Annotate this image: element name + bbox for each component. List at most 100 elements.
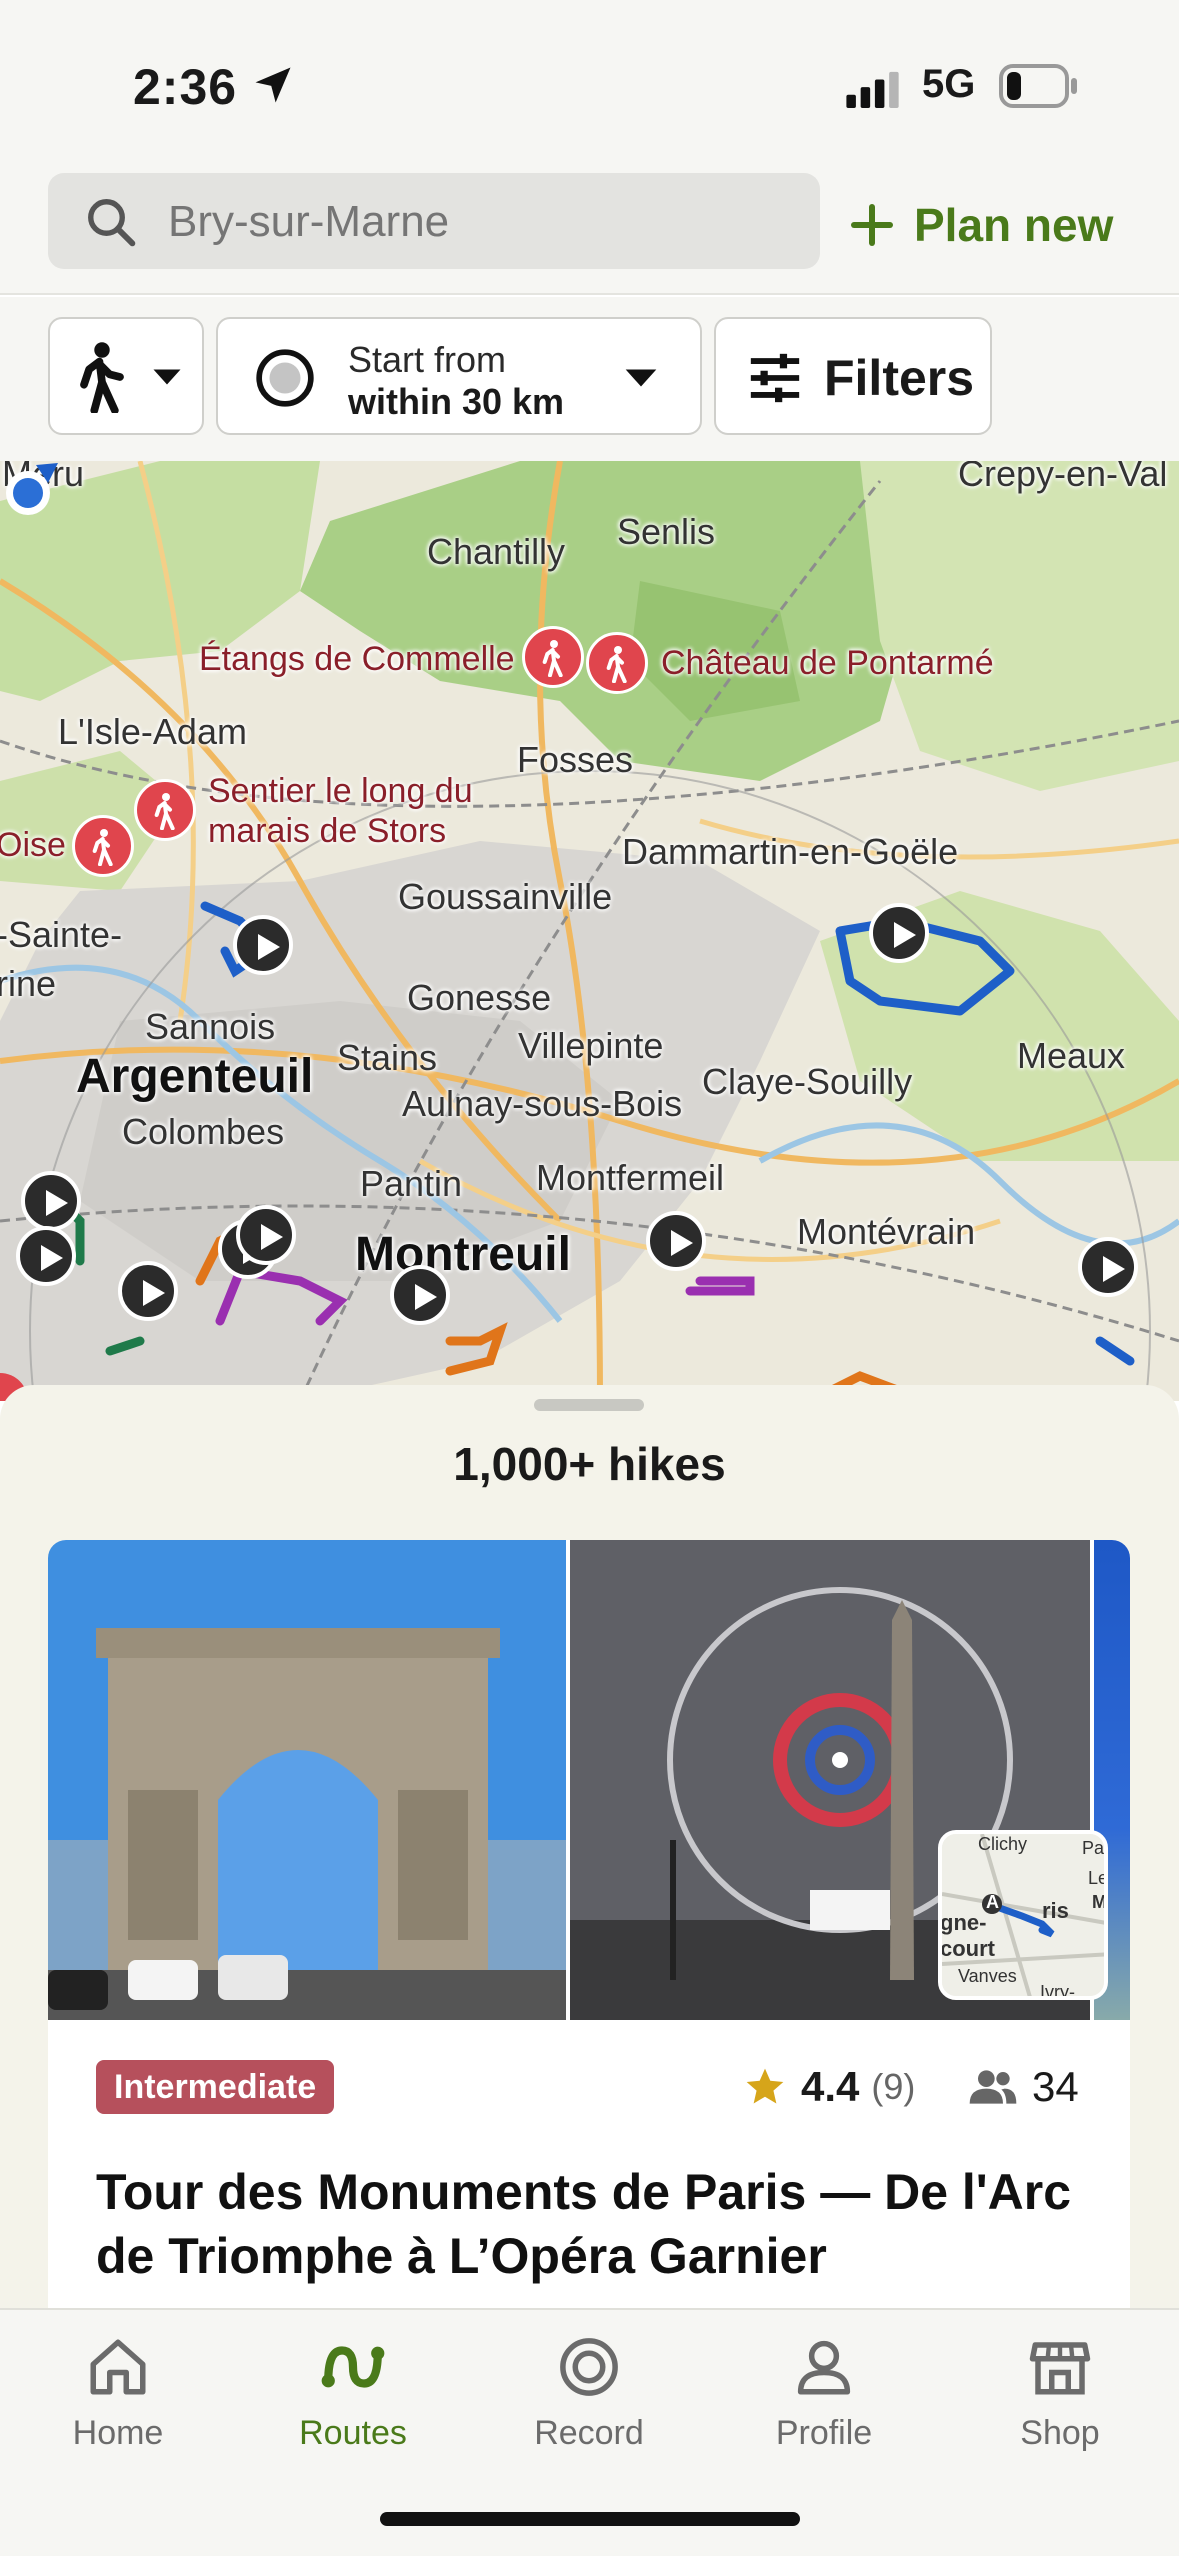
network-label: 5G: [922, 62, 976, 106]
route-play-marker[interactable]: [236, 1205, 296, 1265]
tab-routes[interactable]: Routes: [253, 2334, 453, 2474]
tab-label: Routes: [299, 2414, 407, 2452]
minimap-label: Le: [1088, 1868, 1108, 1888]
signal-icon: [846, 71, 899, 108]
map-label: Claye-Souilly: [702, 1061, 913, 1102]
map-label: Fosses: [517, 739, 634, 780]
route-photo-carousel[interactable]: Clichy Pai Le ris gne- court Vanves Ivry…: [48, 1540, 1130, 2020]
results-count: 1,000+ hikes: [453, 1438, 726, 1490]
start-from-dropdown[interactable]: Start from within 30 km: [216, 317, 702, 435]
hiking-poi-pin[interactable]: [586, 632, 648, 694]
status-bar: 2:36 5G: [0, 0, 1179, 165]
poi-label[interactable]: Étangs de Commelle: [199, 639, 515, 679]
poi-label[interactable]: Château de Pontarmé: [661, 643, 994, 683]
map-label: Montfermeil: [536, 1157, 725, 1198]
location-arrow-icon: [255, 67, 291, 103]
hiker-icon: [80, 342, 124, 413]
filters-label: Filters: [824, 350, 975, 406]
map-label: L'Isle-Adam: [58, 711, 247, 752]
completed-count: 34: [968, 2060, 1079, 2114]
minimap-label: Vanves: [958, 1966, 1017, 1986]
results-sheet[interactable]: 1,000+ hikes Clichy Pai Le ris gne- cour…: [0, 1385, 1179, 2310]
chevron-down-icon: [153, 369, 181, 385]
map-label: Pantin: [360, 1163, 463, 1204]
difficulty-badge: Intermediate: [96, 2060, 335, 2114]
hiking-poi-pin[interactable]: [522, 626, 584, 688]
route-rating: 4.4 (9): [743, 2060, 915, 2114]
chevron-down-icon: [625, 369, 657, 387]
search-bar[interactable]: [48, 173, 820, 269]
hiker-icon: [154, 793, 175, 830]
search-icon: [88, 199, 136, 247]
tab-label: Record: [534, 2414, 644, 2452]
hiker-icon: [542, 640, 563, 677]
profile-icon: [797, 2340, 851, 2395]
start-point-icon: [256, 349, 314, 407]
map-label: Montévrain: [797, 1211, 976, 1252]
minimap-label: M: [1092, 1892, 1107, 1912]
record-icon: [560, 2338, 618, 2396]
map-label: Dammartin-en-Goële: [622, 831, 959, 872]
map-label-major: Argenteuil: [76, 1050, 314, 1103]
minimap-label: court: [940, 1936, 995, 1961]
minimap-label: Pai: [1082, 1838, 1108, 1858]
plan-new-button[interactable]: Plan new: [848, 195, 1113, 255]
arc-de-triomphe-photo: [48, 1540, 566, 2020]
map-label: Stains: [337, 1037, 438, 1078]
plus-icon: [851, 204, 893, 246]
route-play-marker[interactable]: [869, 903, 929, 963]
map-label: Senlis: [617, 511, 716, 552]
route-play-marker[interactable]: [646, 1211, 706, 1271]
battery-icon: [999, 64, 1077, 108]
minimap-label: ris: [1042, 1898, 1069, 1923]
map-label: Sannois: [145, 1006, 276, 1047]
poi-label[interactable]: marais de Stors: [208, 811, 446, 851]
hiking-poi-pin[interactable]: [134, 779, 196, 841]
people-count: 34: [1032, 2063, 1079, 2110]
hiker-icon: [606, 646, 627, 683]
map-label: Oise: [0, 826, 66, 864]
home-indicator[interactable]: [380, 2512, 800, 2526]
route-play-marker[interactable]: [118, 1261, 178, 1321]
map-label: Gonesse: [407, 977, 552, 1018]
star-icon: [746, 2068, 784, 2104]
route-card[interactable]: Clichy Pai Le ris gne- court Vanves Ivry…: [48, 1540, 1130, 2310]
filters-button[interactable]: Filters: [714, 317, 992, 435]
map-label: Aulnay-sous-Bois: [402, 1083, 683, 1124]
map-label: Goussainville: [398, 876, 613, 917]
search-input[interactable]: [168, 197, 788, 247]
sheet-grabber[interactable]: [534, 1399, 644, 1411]
sliders-icon: [750, 353, 800, 403]
minimap-label: gne-: [940, 1910, 987, 1935]
route-minimap[interactable]: Clichy Pai Le ris gne- court Vanves Ivry…: [938, 1830, 1108, 2000]
start-radius-value: within 30 km: [348, 381, 565, 422]
route-play-marker[interactable]: [21, 1171, 81, 1231]
map-label-major: Montreuil: [355, 1228, 571, 1281]
tab-home[interactable]: Home: [18, 2334, 218, 2474]
home-icon: [90, 2339, 146, 2395]
route-play-marker[interactable]: [1078, 1237, 1138, 1297]
route-play-marker[interactable]: [16, 1226, 76, 1286]
route-play-marker[interactable]: [233, 915, 293, 975]
start-from-label: Start from: [348, 339, 507, 380]
poi-label[interactable]: Sentier le long du: [208, 771, 473, 811]
map-label: rine: [0, 963, 57, 1004]
hiking-poi-pin[interactable]: [72, 815, 134, 877]
tab-profile[interactable]: Profile: [724, 2334, 924, 2474]
route-title[interactable]: Tour des Monuments de Paris — De l'Arc d…: [96, 2160, 1096, 2288]
sport-type-dropdown[interactable]: [48, 317, 204, 435]
minimap-label: Clichy: [978, 1834, 1028, 1854]
map-background: [0, 461, 1179, 1401]
map-view[interactable]: Meru Chantilly Senlis Crepy-en-Val L'Isl…: [0, 461, 1179, 1401]
filter-bar: Start from within 30 km Filters: [0, 297, 1179, 461]
map-label: Meaux: [1017, 1035, 1126, 1076]
map-label: Colombes: [122, 1111, 285, 1152]
map-label: Chantilly: [427, 531, 566, 572]
hiker-icon: [92, 829, 113, 866]
tab-shop[interactable]: Shop: [960, 2334, 1160, 2474]
map-label: -Sainte-: [0, 914, 123, 955]
minimap-start-label: A: [986, 1892, 999, 1912]
route-play-marker[interactable]: [390, 1265, 450, 1325]
tab-record[interactable]: Record: [489, 2334, 689, 2474]
routes-icon: [321, 2346, 385, 2388]
